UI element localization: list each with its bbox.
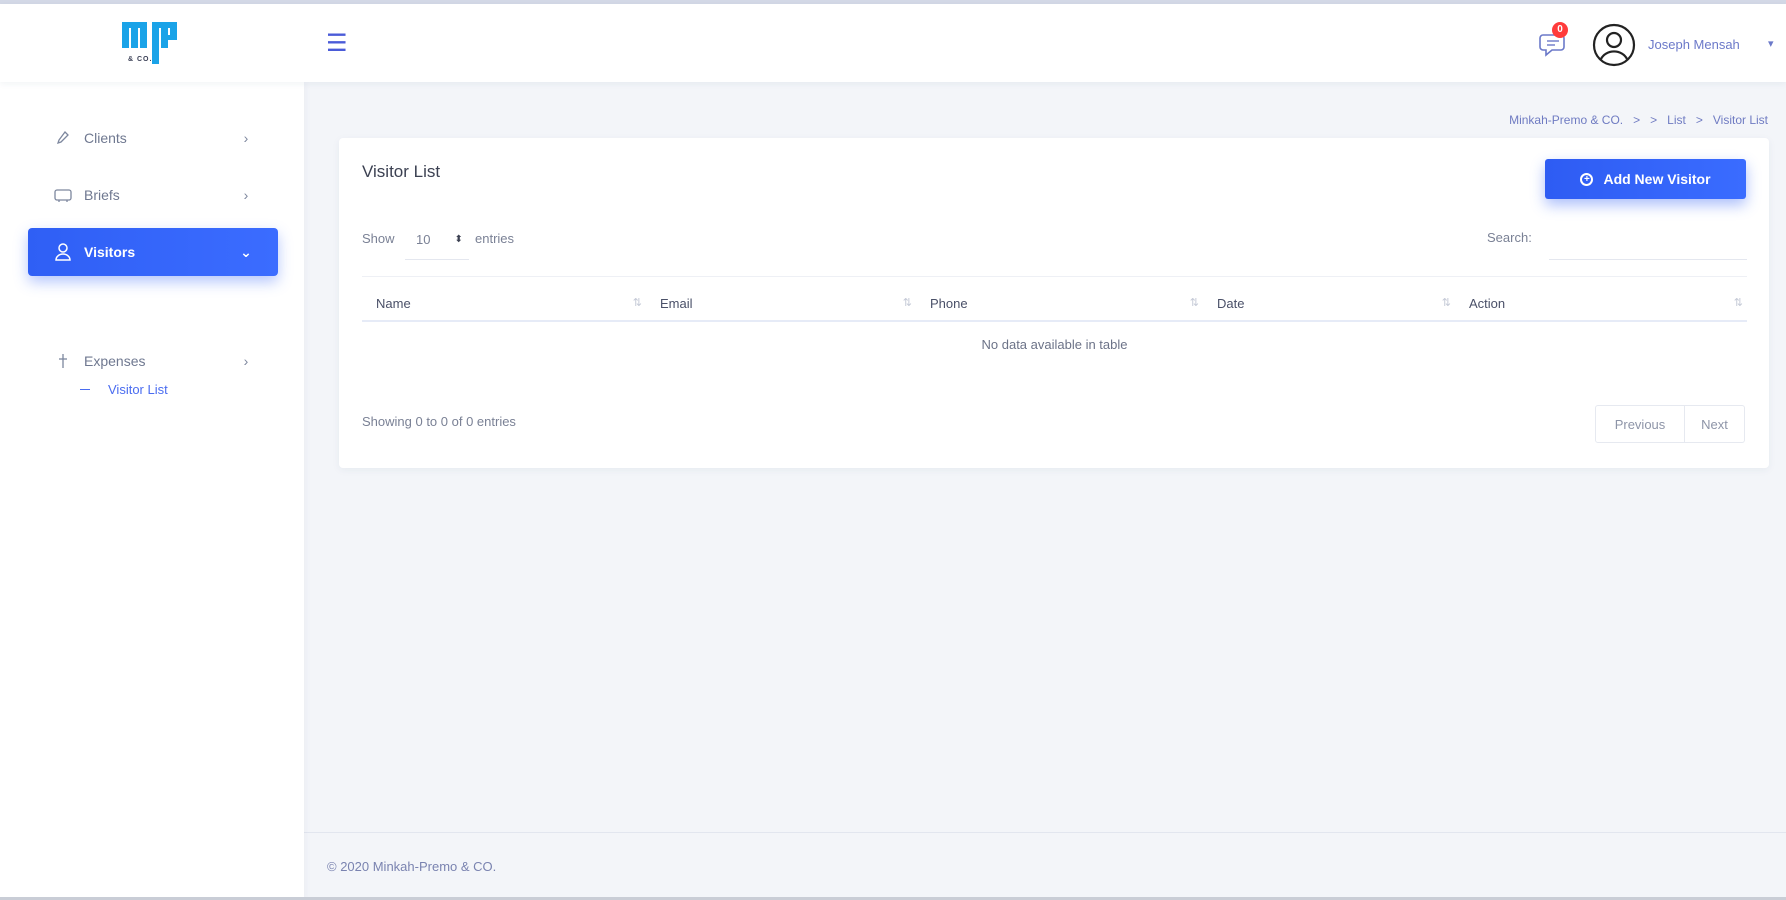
sidebar-item-briefs[interactable]: Briefs › [28, 171, 278, 219]
sort-icon: ⇅ [902, 296, 912, 309]
breadcrumb-separator: > [1633, 113, 1641, 127]
breadcrumb-list[interactable]: List [1667, 113, 1686, 127]
previous-page-button[interactable]: Previous [1595, 405, 1685, 443]
chevron-down-icon[interactable]: ▾ [1768, 37, 1774, 50]
chevron-right-icon: › [243, 353, 249, 369]
copyright-text: © 2020 Minkah-Premo & CO. [327, 859, 497, 874]
add-new-visitor-label: Add New Visitor [1603, 171, 1711, 187]
table-header-row: Name ⇅ Email ⇅ Phone ⇅ Date ⇅ Action ⇅ [362, 284, 1747, 322]
breadcrumb-home[interactable]: Minkah-Premo & CO. [1509, 113, 1623, 127]
sidebar-item-label: Expenses [84, 353, 146, 369]
pagination: Previous Next [1595, 405, 1745, 443]
entries-length-select[interactable]: 10 ⬍ [405, 220, 469, 260]
column-header-label: Action [1469, 295, 1506, 311]
menu-toggle-icon[interactable]: ☰ [326, 30, 352, 56]
logo-text: & CO. [128, 56, 153, 63]
column-header-date[interactable]: Date ⇅ [1203, 284, 1455, 322]
chevron-right-icon: › [243, 187, 249, 203]
column-header-label: Date [1217, 295, 1245, 311]
sort-icon: ⇅ [1733, 296, 1743, 309]
column-header-label: Name [376, 295, 411, 311]
expenses-icon [52, 350, 74, 372]
user-avatar-icon[interactable] [1592, 23, 1636, 67]
briefs-icon [52, 184, 74, 206]
sidebar-item-expenses[interactable]: Expenses › [28, 337, 278, 385]
column-header-phone[interactable]: Phone ⇅ [916, 284, 1203, 322]
user-icon [52, 241, 74, 263]
notification-badge: 0 [1552, 22, 1568, 38]
add-new-visitor-button[interactable]: + Add New Visitor [1545, 159, 1746, 199]
top-header: & CO. ☰ 0 Joseph Mensah ▾ [0, 4, 1786, 82]
column-header-email[interactable]: Email ⇅ [646, 284, 916, 322]
sidebar-item-visitors[interactable]: Visitors ⌄ [28, 228, 278, 276]
plus-circle-icon: + [1580, 172, 1594, 186]
next-page-button[interactable]: Next [1685, 405, 1745, 443]
page-title: Visitor List [362, 162, 441, 181]
breadcrumb: Minkah-Premo & CO. > > List > Visitor Li… [1509, 113, 1768, 127]
column-header-name[interactable]: Name ⇅ [362, 284, 646, 322]
entries-length-value: 10 [416, 232, 431, 247]
search-input[interactable] [1549, 220, 1747, 260]
chevron-down-icon: ⌄ [240, 243, 252, 260]
sidebar: Clients › Briefs › Visitors ⌄ Visitor Li… [0, 82, 304, 900]
chevron-right-icon: › [243, 130, 249, 146]
company-logo[interactable]: & CO. [122, 22, 186, 66]
table-info: Showing 0 to 0 of 0 entries [362, 414, 516, 429]
divider [362, 276, 1747, 277]
sort-icon: ⇅ [1189, 296, 1199, 309]
column-header-action[interactable]: Action ⇅ [1455, 284, 1747, 322]
entries-label: entries [475, 231, 515, 246]
sidebar-item-label: Clients [84, 130, 127, 146]
show-label: Show [362, 231, 395, 246]
search-label: Search: [1487, 230, 1532, 245]
table-empty-message: No data available in table [981, 337, 1128, 352]
clients-icon [52, 127, 74, 149]
breadcrumb-current: Visitor List [1712, 113, 1768, 127]
sidebar-item-clients[interactable]: Clients › [28, 114, 278, 162]
breadcrumb-separator: > [1650, 113, 1658, 127]
sort-icon: ⇅ [1441, 296, 1451, 309]
sidebar-item-label: Briefs [84, 187, 120, 203]
footer: © 2020 Minkah-Premo & CO. [304, 832, 1786, 898]
sort-icon: ⇅ [632, 296, 642, 309]
visitor-list-card: Visitor List + Add New Visitor Show 10 ⬍… [339, 138, 1769, 468]
column-header-label: Email [660, 295, 693, 311]
sidebar-item-label: Visitors [84, 244, 136, 260]
select-arrows-icon: ⬍ [454, 234, 463, 245]
column-header-label: Phone [930, 295, 968, 311]
dash-icon [80, 388, 90, 390]
user-name-link[interactable]: Joseph Mensah [1648, 37, 1740, 52]
breadcrumb-separator: > [1695, 113, 1703, 127]
